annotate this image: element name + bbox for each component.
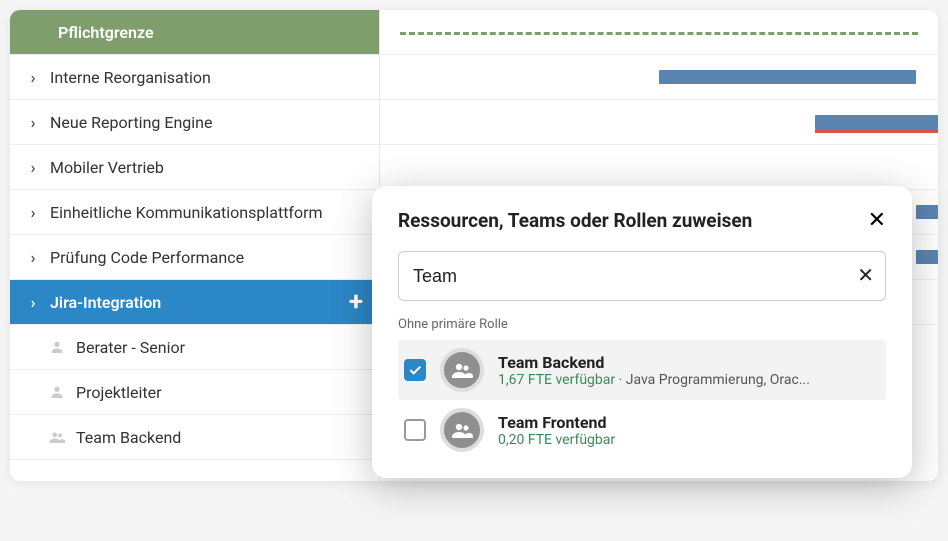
section-label: Ohne primäre Rolle: [398, 317, 886, 332]
modal-title: Ressourcen, Teams oder Rollen zuweisen: [398, 209, 752, 232]
chevron-right-icon: ›: [26, 68, 40, 87]
team-avatar-icon: [440, 348, 484, 392]
gantt-row: [380, 145, 938, 190]
sidebar-subitem-team-backend[interactable]: Team Backend: [10, 415, 379, 460]
add-icon[interactable]: +: [349, 287, 363, 317]
chevron-right-icon: ›: [26, 158, 40, 177]
gantt-bar[interactable]: [916, 250, 938, 264]
gantt-row: [380, 100, 938, 145]
sidebar-subitem-label: Projektleiter: [76, 383, 162, 402]
sidebar-header-label: Pflichtgrenze: [58, 23, 154, 42]
resource-subline: 0,20 FTE verfügbar: [498, 432, 615, 448]
sidebar-item-mobiler-vertrieb[interactable]: › Mobiler Vertrieb: [10, 145, 379, 190]
sidebar-item-neue-reporting-engine[interactable]: › Neue Reporting Engine: [10, 100, 379, 145]
sidebar-item-jira-integration[interactable]: › Jira-Integration +: [10, 280, 379, 325]
sidebar-subitem-label: Berater - Senior: [76, 338, 185, 357]
chevron-right-icon: ›: [26, 248, 40, 267]
sidebar-item-label: Jira-Integration: [50, 293, 161, 312]
project-sidebar: Pflichtgrenze › Interne Reorganisation ›…: [10, 10, 380, 481]
sidebar-subitem-projektleiter[interactable]: Projektleiter: [10, 370, 379, 415]
chevron-right-icon: ›: [26, 203, 40, 222]
clear-search-icon[interactable]: ✕: [857, 263, 874, 287]
search-input[interactable]: [398, 251, 886, 301]
sidebar-item-einheitliche-kommunikationsplattform[interactable]: › Einheitliche Kommunikationsplattform: [10, 190, 379, 235]
sidebar-subitem-label: Team Backend: [76, 428, 181, 447]
resource-fte: 1,67 FTE verfügbar: [498, 372, 615, 388]
sidebar-item-label: Mobiler Vertrieb: [50, 158, 164, 177]
team-icon: [48, 428, 66, 446]
sidebar-item-label: Neue Reporting Engine: [50, 113, 212, 132]
resource-name: Team Frontend: [498, 413, 615, 432]
resource-subline: 1,67 FTE verfügbar · Java Programmierung…: [498, 372, 810, 388]
search-wrapper: ✕: [398, 251, 886, 301]
chevron-right-icon: ›: [26, 113, 40, 132]
team-avatar-icon: [440, 408, 484, 452]
checkbox-unchecked[interactable]: [404, 419, 426, 441]
gantt-bar[interactable]: [815, 115, 938, 129]
resource-name: Team Backend: [498, 353, 810, 372]
resource-row-team-frontend[interactable]: Team Frontend 0,20 FTE verfügbar: [398, 400, 886, 460]
sidebar-item-interne-reorganisation[interactable]: › Interne Reorganisation: [10, 55, 379, 100]
checkbox-checked[interactable]: [404, 359, 426, 381]
resource-extra: · Java Programmierung, Orac...: [615, 372, 810, 388]
sidebar-item-label: Interne Reorganisation: [50, 68, 211, 87]
pflichtgrenze-line: [400, 32, 918, 35]
sidebar-item-label: Einheitliche Kommunikationsplattform: [50, 203, 323, 222]
gantt-bar[interactable]: [916, 205, 938, 219]
sidebar-header: Pflichtgrenze: [10, 10, 379, 55]
person-icon: [48, 383, 66, 401]
sidebar-item-label: Prüfung Code Performance: [50, 248, 244, 267]
assign-resources-modal: Ressourcen, Teams oder Rollen zuweisen ✕…: [372, 186, 912, 478]
resource-fte: 0,20 FTE verfügbar: [498, 432, 615, 448]
gantt-bar[interactable]: [659, 70, 916, 84]
resource-text: Team Backend 1,67 FTE verfügbar · Java P…: [498, 353, 810, 388]
person-icon: [48, 338, 66, 356]
chevron-right-icon: ›: [26, 293, 40, 312]
resource-text: Team Frontend 0,20 FTE verfügbar: [498, 413, 615, 448]
gantt-row: [380, 10, 938, 55]
sidebar-item-pruefung-code-performance[interactable]: › Prüfung Code Performance: [10, 235, 379, 280]
close-icon[interactable]: ✕: [868, 208, 886, 233]
modal-header: Ressourcen, Teams oder Rollen zuweisen ✕: [398, 208, 886, 233]
gantt-row: [380, 55, 938, 100]
sidebar-subitem-berater-senior[interactable]: Berater - Senior: [10, 325, 379, 370]
resource-row-team-backend[interactable]: Team Backend 1,67 FTE verfügbar · Java P…: [398, 340, 886, 400]
